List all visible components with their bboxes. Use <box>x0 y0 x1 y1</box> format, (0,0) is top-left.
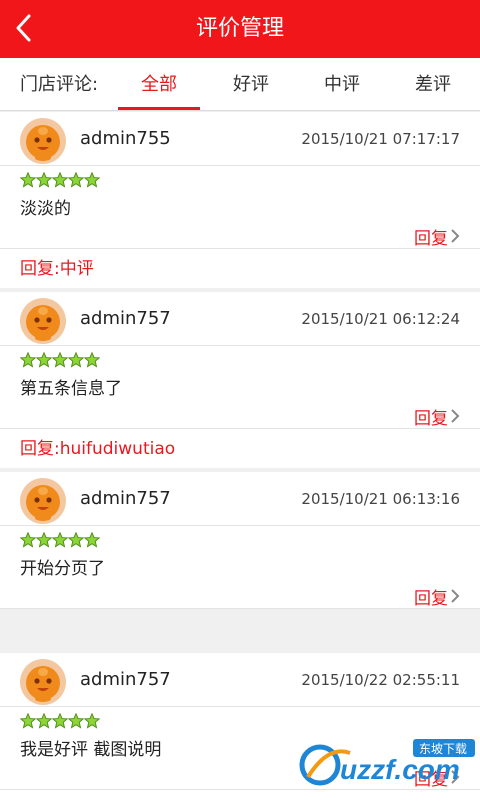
star-icon <box>51 712 69 729</box>
review-username: admin757 <box>80 669 171 690</box>
reply-button[interactable]: 回复 <box>414 584 460 609</box>
rating-stars <box>19 531 101 552</box>
svg-text:uzzf.com: uzzf.com <box>340 754 460 785</box>
divider <box>0 608 480 609</box>
star-icon <box>67 171 85 188</box>
review-username: admin757 <box>80 308 171 329</box>
avatar <box>20 118 66 164</box>
review-card: admin757 2015/10/21 06:13:16 开始分页了 回复 <box>0 472 480 609</box>
chevron-right-icon <box>451 229 460 243</box>
star-icon <box>83 531 101 548</box>
star-icon <box>35 351 53 368</box>
chevron-right-icon <box>451 589 460 603</box>
star-icon <box>83 351 101 368</box>
review-header: admin755 2015/10/21 07:17:17 <box>0 112 480 166</box>
review-header: admin757 2015/10/21 06:12:24 <box>0 292 480 346</box>
watermark-logo: uzzf.com 东坡下载 <box>298 735 478 793</box>
review-card: admin755 2015/10/21 07:17:17 淡淡的 回复 回复:中… <box>0 112 480 288</box>
title-bar: 评价管理 <box>0 0 480 58</box>
review-time: 2015/10/21 07:17:17 <box>301 130 460 148</box>
star-icon <box>67 531 85 548</box>
star-icon <box>35 712 53 729</box>
reply-text: 回复:huifudiwutiao <box>20 439 176 459</box>
review-card: admin757 2015/10/21 06:12:24 第五条信息了 回复 回… <box>0 292 480 468</box>
tab-all[interactable]: 全部 <box>118 58 200 111</box>
star-icon <box>35 531 53 548</box>
star-icon <box>19 531 37 548</box>
review-time: 2015/10/21 06:12:24 <box>301 310 460 328</box>
rating-stars <box>19 351 101 372</box>
reply-button-label: 回复 <box>414 588 448 609</box>
reply-button[interactable]: 回复 <box>414 224 460 249</box>
reply-text: 回复:中评 <box>20 259 94 279</box>
reply-row: 回复:中评 <box>0 248 480 288</box>
star-icon <box>51 531 69 548</box>
star-icon <box>83 712 101 729</box>
star-icon <box>51 351 69 368</box>
avatar <box>20 478 66 524</box>
review-time: 2015/10/22 02:55:11 <box>301 671 460 689</box>
review-content: 淡淡的 <box>20 199 71 219</box>
tab-good[interactable]: 好评 <box>210 58 292 111</box>
star-icon <box>19 171 37 188</box>
review-username: admin757 <box>80 488 171 509</box>
reply-button-label: 回复 <box>414 408 448 429</box>
star-icon <box>19 351 37 368</box>
star-icon <box>83 171 101 188</box>
svg-text:东坡下载: 东坡下载 <box>419 742 467 756</box>
review-content: 我是好评 截图说明 <box>20 740 162 760</box>
tabs-label: 门店评论: <box>20 74 99 95</box>
tab-bad[interactable]: 差评 <box>392 58 474 111</box>
reply-row: 回复:huifudiwutiao <box>0 428 480 468</box>
star-icon <box>67 712 85 729</box>
review-time: 2015/10/21 06:13:16 <box>301 490 460 508</box>
chevron-right-icon <box>451 409 460 423</box>
avatar <box>20 659 66 705</box>
filter-tabs: 门店评论: 全部 好评 中评 差评 <box>0 58 480 111</box>
avatar <box>20 298 66 344</box>
review-header: admin757 2015/10/21 06:13:16 <box>0 472 480 526</box>
rating-stars <box>19 712 101 733</box>
review-username: admin755 <box>80 128 171 149</box>
review-header: admin757 2015/10/22 02:55:11 <box>0 653 480 707</box>
review-content: 开始分页了 <box>20 559 105 579</box>
star-icon <box>35 171 53 188</box>
star-icon <box>51 171 69 188</box>
rating-stars <box>19 171 101 192</box>
tab-active-indicator <box>118 107 200 110</box>
tab-medium[interactable]: 中评 <box>301 58 383 111</box>
star-icon <box>67 351 85 368</box>
review-content: 第五条信息了 <box>20 379 122 399</box>
reply-button-label: 回复 <box>414 228 448 249</box>
reply-button[interactable]: 回复 <box>414 404 460 429</box>
page-title: 评价管理 <box>195 16 284 41</box>
star-icon <box>19 712 37 729</box>
